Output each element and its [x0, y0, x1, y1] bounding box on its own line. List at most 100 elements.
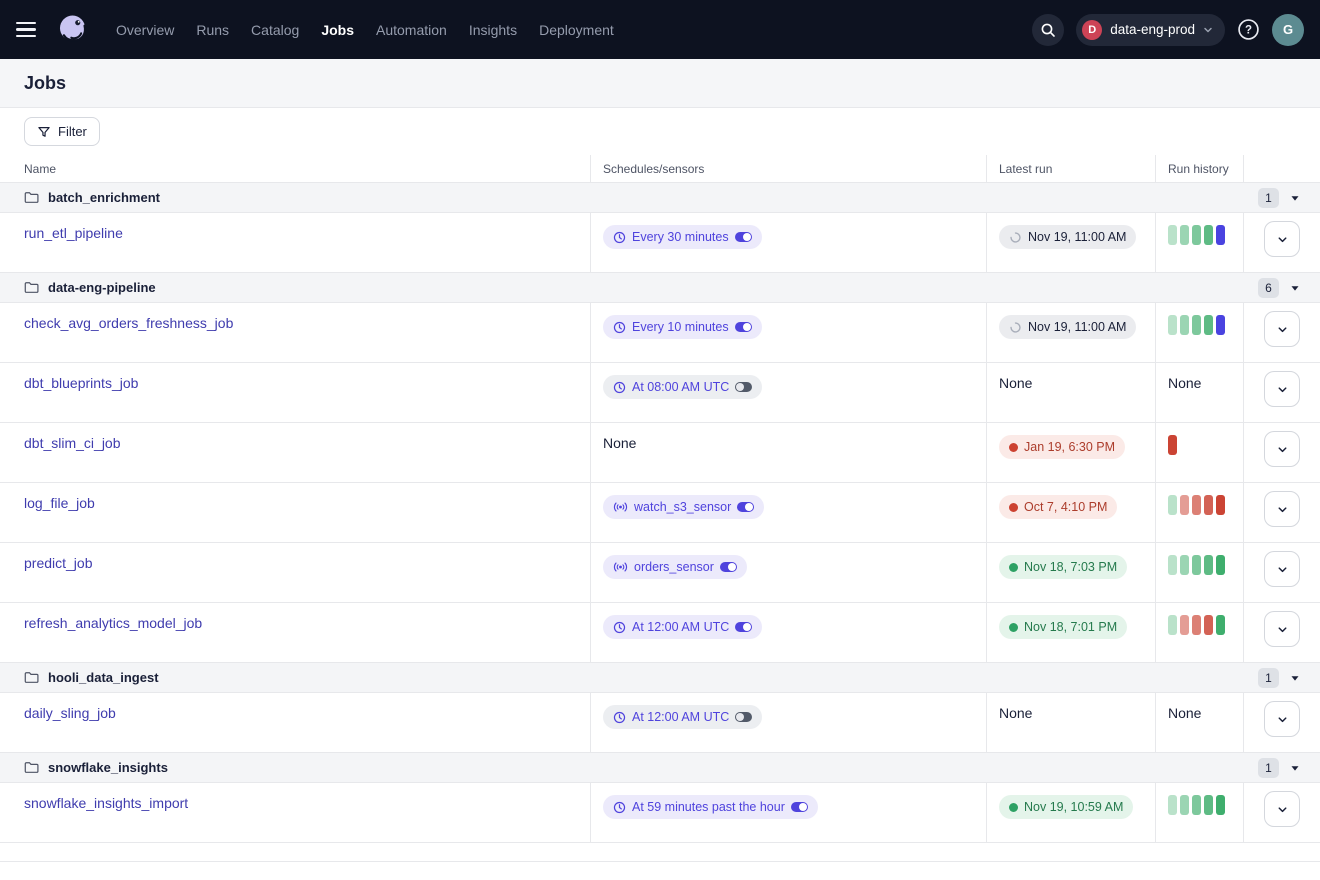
menu-icon[interactable]: [16, 16, 44, 44]
nav-item-overview[interactable]: Overview: [116, 22, 174, 38]
run-history-bars[interactable]: [1168, 555, 1225, 575]
job-name-link[interactable]: daily_sling_job: [24, 705, 116, 721]
schedule-toggle[interactable]: [735, 322, 752, 332]
job-actions-button[interactable]: [1264, 551, 1300, 587]
schedule-badge[interactable]: At 12:00 AM UTC: [603, 705, 762, 729]
run-history-bar[interactable]: [1192, 225, 1201, 245]
latest-run-badge[interactable]: Nov 19, 11:00 AM: [999, 315, 1136, 339]
job-actions-button[interactable]: [1264, 701, 1300, 737]
user-avatar[interactable]: G: [1272, 14, 1304, 46]
run-history-bar[interactable]: [1168, 615, 1177, 635]
run-history-bar[interactable]: [1192, 555, 1201, 575]
run-history-bar[interactable]: [1204, 225, 1213, 245]
run-history-bars[interactable]: [1168, 615, 1225, 635]
run-history-bar[interactable]: [1216, 555, 1225, 575]
job-actions-button[interactable]: [1264, 221, 1300, 257]
schedule-toggle[interactable]: [737, 502, 754, 512]
run-history-bar[interactable]: [1168, 315, 1177, 335]
job-name-link[interactable]: dbt_blueprints_job: [24, 375, 138, 391]
group-collapse-button[interactable]: [1290, 283, 1300, 293]
run-history-bar[interactable]: [1168, 795, 1177, 815]
job-name-link[interactable]: dbt_slim_ci_job: [24, 435, 121, 451]
help-button[interactable]: ?: [1237, 18, 1260, 41]
schedule-toggle[interactable]: [735, 712, 752, 722]
run-history-bar[interactable]: [1180, 315, 1189, 335]
run-history-bars[interactable]: [1168, 435, 1177, 455]
latest-run-badge[interactable]: Nov 18, 7:03 PM: [999, 555, 1127, 579]
job-actions-button[interactable]: [1264, 611, 1300, 647]
job-actions-button[interactable]: [1264, 371, 1300, 407]
schedule-badge[interactable]: At 08:00 AM UTC: [603, 375, 762, 399]
latest-run-badge[interactable]: Nov 19, 11:00 AM: [999, 225, 1136, 249]
run-history-bar[interactable]: [1216, 225, 1225, 245]
run-history-bar[interactable]: [1216, 795, 1225, 815]
run-history-bar[interactable]: [1180, 555, 1189, 575]
run-history-bars[interactable]: [1168, 315, 1225, 335]
nav-item-runs[interactable]: Runs: [196, 22, 229, 38]
latest-run-badge[interactable]: Nov 19, 10:59 AM: [999, 795, 1133, 819]
group-collapse-button[interactable]: [1290, 763, 1300, 773]
schedule-badge[interactable]: At 12:00 AM UTC: [603, 615, 762, 639]
schedule-toggle[interactable]: [735, 382, 752, 392]
group-row-snowflake_insights[interactable]: snowflake_insights1: [0, 753, 1320, 783]
run-history-bar[interactable]: [1192, 615, 1201, 635]
latest-run-badge[interactable]: Jan 19, 6:30 PM: [999, 435, 1125, 459]
job-name-link[interactable]: refresh_analytics_model_job: [24, 615, 202, 631]
job-name-link[interactable]: check_avg_orders_freshness_job: [24, 315, 233, 331]
group-row-batch_enrichment[interactable]: batch_enrichment1: [0, 183, 1320, 213]
run-history-bar[interactable]: [1192, 495, 1201, 515]
group-row-data-eng-pipeline[interactable]: data-eng-pipeline6: [0, 273, 1320, 303]
run-history-bar[interactable]: [1168, 435, 1177, 455]
run-history-bar[interactable]: [1204, 615, 1213, 635]
deployment-selector[interactable]: D data-eng-prod: [1076, 14, 1225, 46]
run-history-bar[interactable]: [1204, 315, 1213, 335]
group-collapse-button[interactable]: [1290, 673, 1300, 683]
job-actions-button[interactable]: [1264, 491, 1300, 527]
schedule-toggle[interactable]: [735, 622, 752, 632]
run-history-bar[interactable]: [1204, 495, 1213, 515]
run-history-bars[interactable]: [1168, 225, 1225, 245]
run-history-bar[interactable]: [1204, 555, 1213, 575]
group-collapse-button[interactable]: [1290, 193, 1300, 203]
schedule-badge[interactable]: Every 10 minutes: [603, 315, 762, 339]
schedule-toggle[interactable]: [791, 802, 808, 812]
run-history-bar[interactable]: [1168, 225, 1177, 245]
run-history-bar[interactable]: [1168, 495, 1177, 515]
nav-item-automation[interactable]: Automation: [376, 22, 447, 38]
job-name-link[interactable]: predict_job: [24, 555, 93, 571]
schedule-badge[interactable]: orders_sensor: [603, 555, 747, 579]
run-history-bar[interactable]: [1204, 795, 1213, 815]
job-name-link[interactable]: run_etl_pipeline: [24, 225, 123, 241]
schedule-badge[interactable]: At 59 minutes past the hour: [603, 795, 818, 819]
run-history-bar[interactable]: [1180, 615, 1189, 635]
job-actions-button[interactable]: [1264, 791, 1300, 827]
run-history-bar[interactable]: [1192, 315, 1201, 335]
schedule-toggle[interactable]: [735, 232, 752, 242]
run-history-bars[interactable]: [1168, 495, 1225, 515]
nav-item-deployment[interactable]: Deployment: [539, 22, 614, 38]
run-history-bar[interactable]: [1216, 615, 1225, 635]
group-row-hooli_data_ingest[interactable]: hooli_data_ingest1: [0, 663, 1320, 693]
run-history-bar[interactable]: [1180, 795, 1189, 815]
schedule-toggle[interactable]: [720, 562, 737, 572]
run-history-bar[interactable]: [1180, 225, 1189, 245]
run-history-bar[interactable]: [1180, 495, 1189, 515]
search-button[interactable]: [1032, 14, 1064, 46]
latest-run-badge[interactable]: Oct 7, 4:10 PM: [999, 495, 1117, 519]
nav-item-jobs[interactable]: Jobs: [321, 22, 354, 38]
filter-button[interactable]: Filter: [24, 117, 100, 146]
schedule-badge[interactable]: watch_s3_sensor: [603, 495, 764, 519]
nav-item-insights[interactable]: Insights: [469, 22, 517, 38]
run-history-bars[interactable]: [1168, 795, 1225, 815]
latest-run-badge[interactable]: Nov 18, 7:01 PM: [999, 615, 1127, 639]
job-actions-button[interactable]: [1264, 431, 1300, 467]
nav-item-catalog[interactable]: Catalog: [251, 22, 299, 38]
run-history-bar[interactable]: [1216, 315, 1225, 335]
schedule-badge[interactable]: Every 30 minutes: [603, 225, 762, 249]
dagster-logo[interactable]: [54, 11, 92, 49]
run-history-bar[interactable]: [1168, 555, 1177, 575]
job-actions-button[interactable]: [1264, 311, 1300, 347]
run-history-bar[interactable]: [1216, 495, 1225, 515]
run-history-bar[interactable]: [1192, 795, 1201, 815]
job-name-link[interactable]: snowflake_insights_import: [24, 795, 188, 811]
